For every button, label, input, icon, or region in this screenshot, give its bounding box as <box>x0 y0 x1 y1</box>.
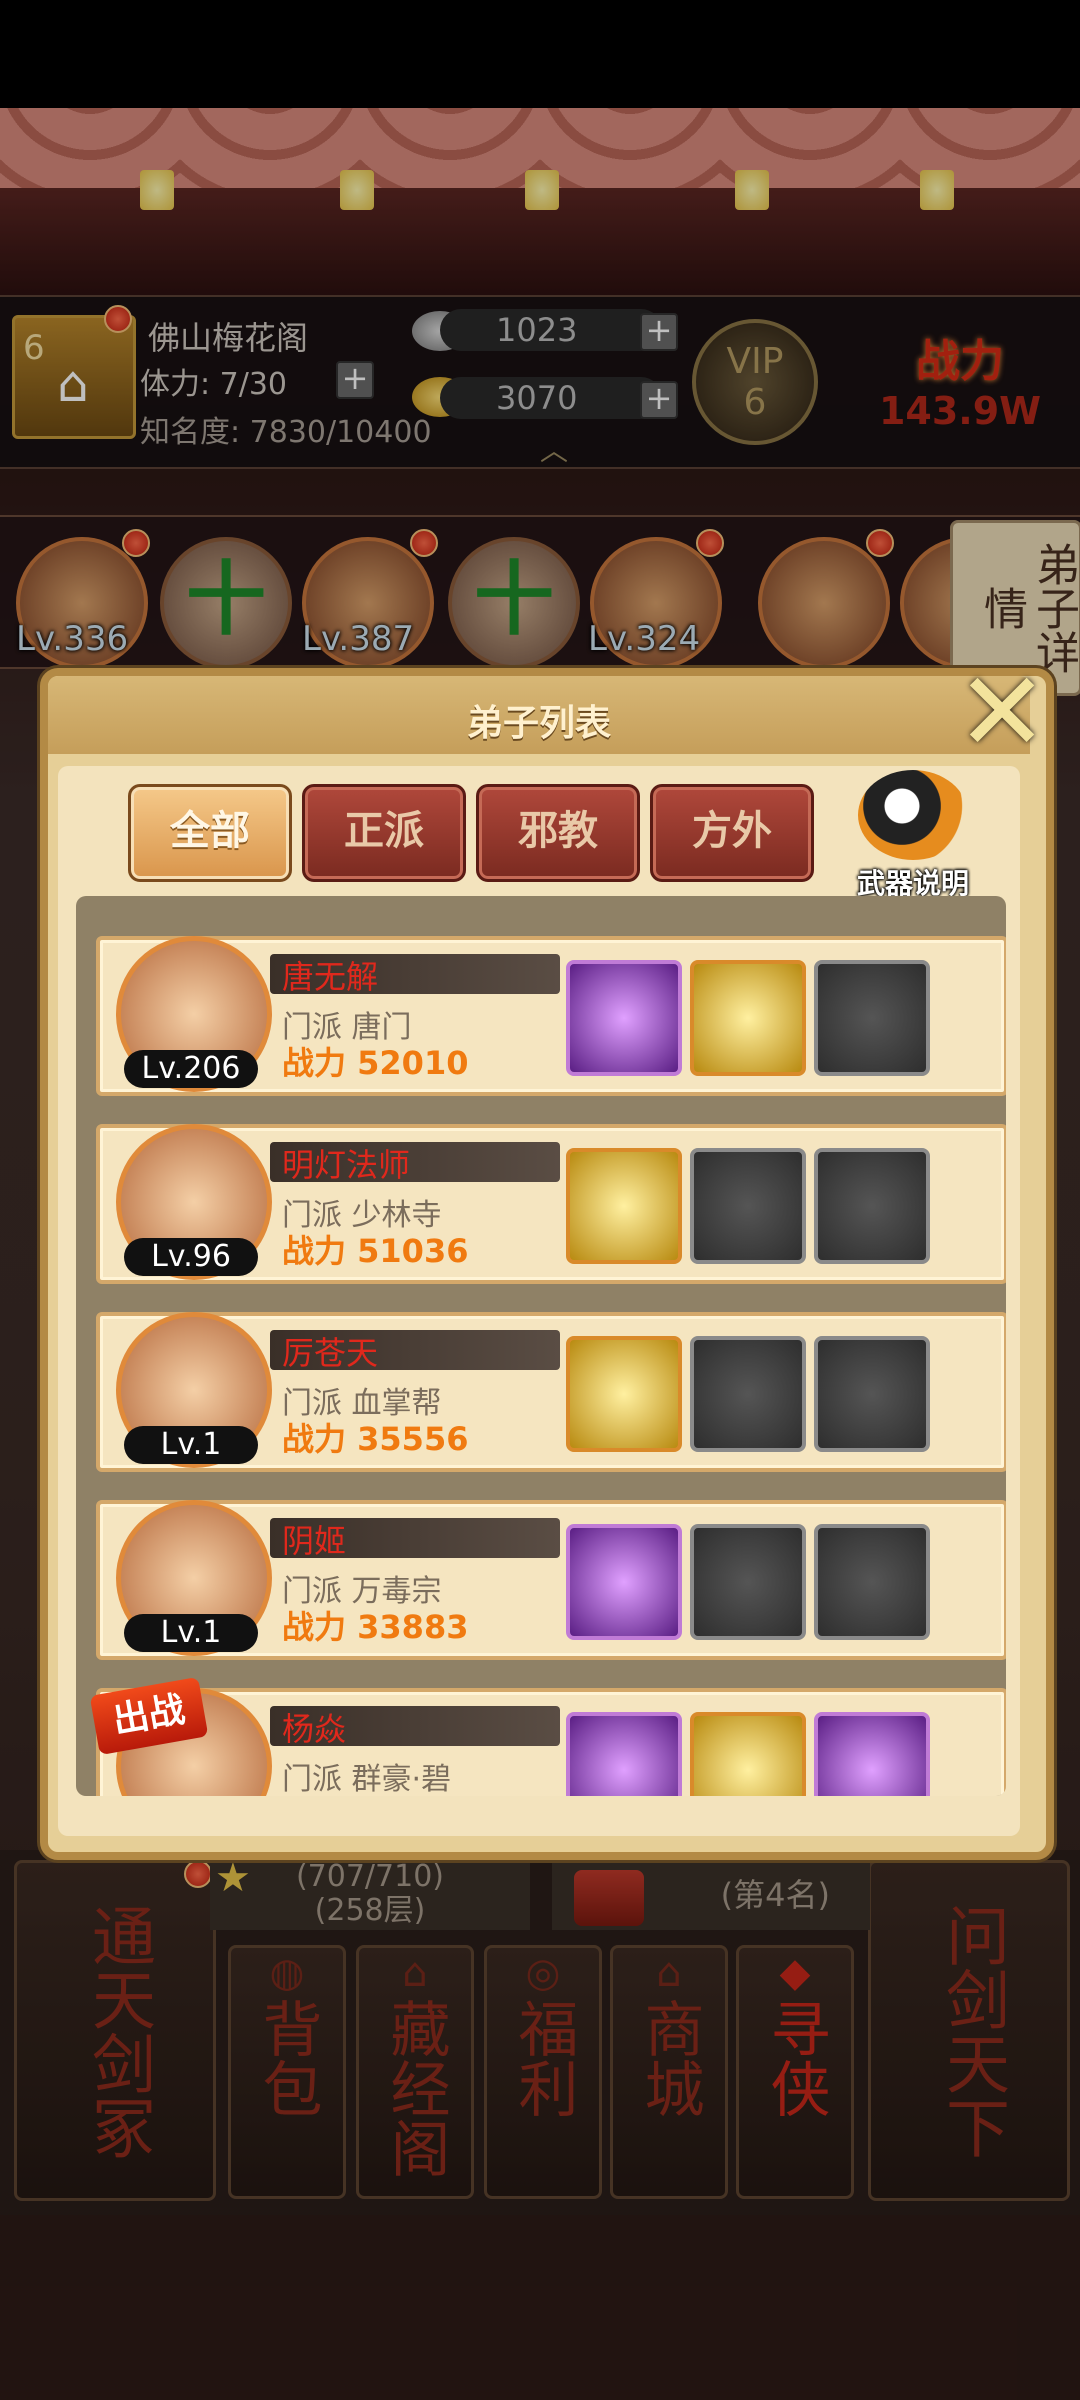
disciple-sect: 门派 群豪·碧 <box>282 1762 452 1796</box>
weapon-slot-3[interactable] <box>814 960 930 1076</box>
disciple-level: Lv.1 <box>124 1614 258 1652</box>
disciple-power: 战力 51036 <box>282 1232 469 1270</box>
disciple-list-modal: 弟子列表 ✕ 全部 正派 邪教 方外 武器说明 Lv.206 唐无解 门派 唐门… <box>40 657 1054 1860</box>
weapon-slot-1[interactable] <box>566 1148 682 1264</box>
disciple-name: 杨焱 <box>282 1710 347 1748</box>
disciple-power: 战力 52010 <box>282 1044 469 1082</box>
disciple-card[interactable]: Lv.206 唐无解 门派 唐门 战力 52010 <box>96 936 1006 1096</box>
disciple-power: 战力 33883 <box>282 1608 469 1646</box>
modal-title: 弟子列表 <box>466 703 611 744</box>
disciple-card[interactable]: Lv.1 厉苍天 门派 血掌帮 战力 35556 <box>96 1312 1006 1472</box>
weapon-slot-1[interactable] <box>566 1336 682 1452</box>
weapon-slot-1[interactable] <box>566 1524 682 1640</box>
disciple-card[interactable]: Lv.96 明灯法师 门派 少林寺 战力 51036 <box>96 1124 1006 1284</box>
weapon-slot-2[interactable] <box>690 1148 806 1264</box>
disciple-name: 厉苍天 <box>282 1334 379 1372</box>
disciple-level: Lv.1 <box>124 1426 258 1464</box>
tab-evil[interactable]: 邪教 <box>476 784 640 882</box>
disciple-power: 战力 35556 <box>282 1420 469 1458</box>
disciple-name: 阴姬 <box>282 1522 347 1560</box>
disciple-name: 明灯法师 <box>282 1146 411 1184</box>
weapon-slot-3[interactable] <box>814 1148 930 1264</box>
weapon-slot-2[interactable] <box>690 1524 806 1640</box>
close-icon[interactable]: ✕ <box>956 657 1048 767</box>
disciple-card[interactable]: Lv.1 阴姬 门派 万毒宗 战力 33883 <box>96 1500 1006 1660</box>
weapon-slot-2[interactable] <box>690 960 806 1076</box>
disciple-list[interactable]: Lv.206 唐无解 门派 唐门 战力 52010 Lv.96 明灯法师 门派 … <box>76 896 1006 1796</box>
tab-righteous[interactable]: 正派 <box>302 784 466 882</box>
weapon-slot-2[interactable] <box>690 1712 806 1796</box>
tab-outside[interactable]: 方外 <box>650 784 814 882</box>
weapon-slot-1[interactable] <box>566 960 682 1076</box>
modal-body: 全部 正派 邪教 方外 武器说明 Lv.206 唐无解 门派 唐门 战力 520… <box>58 766 1020 1836</box>
weapon-info-button[interactable]: 武器说明 <box>838 770 988 900</box>
disciple-name: 唐无解 <box>282 958 379 996</box>
weapon-slot-3[interactable] <box>814 1712 930 1796</box>
weapon-slot-1[interactable] <box>566 1712 682 1796</box>
yin-yang-weapon-icon <box>858 770 968 860</box>
weapon-slot-3[interactable] <box>814 1336 930 1452</box>
disciple-level: Lv.96 <box>124 1238 258 1276</box>
weapon-slot-3[interactable] <box>814 1524 930 1640</box>
disciple-card[interactable]: 出战 杨焱 门派 群豪·碧 <box>89 1676 1006 1796</box>
disciple-level: Lv.206 <box>124 1050 258 1088</box>
weapon-slot-2[interactable] <box>690 1336 806 1452</box>
tab-all[interactable]: 全部 <box>128 784 292 882</box>
